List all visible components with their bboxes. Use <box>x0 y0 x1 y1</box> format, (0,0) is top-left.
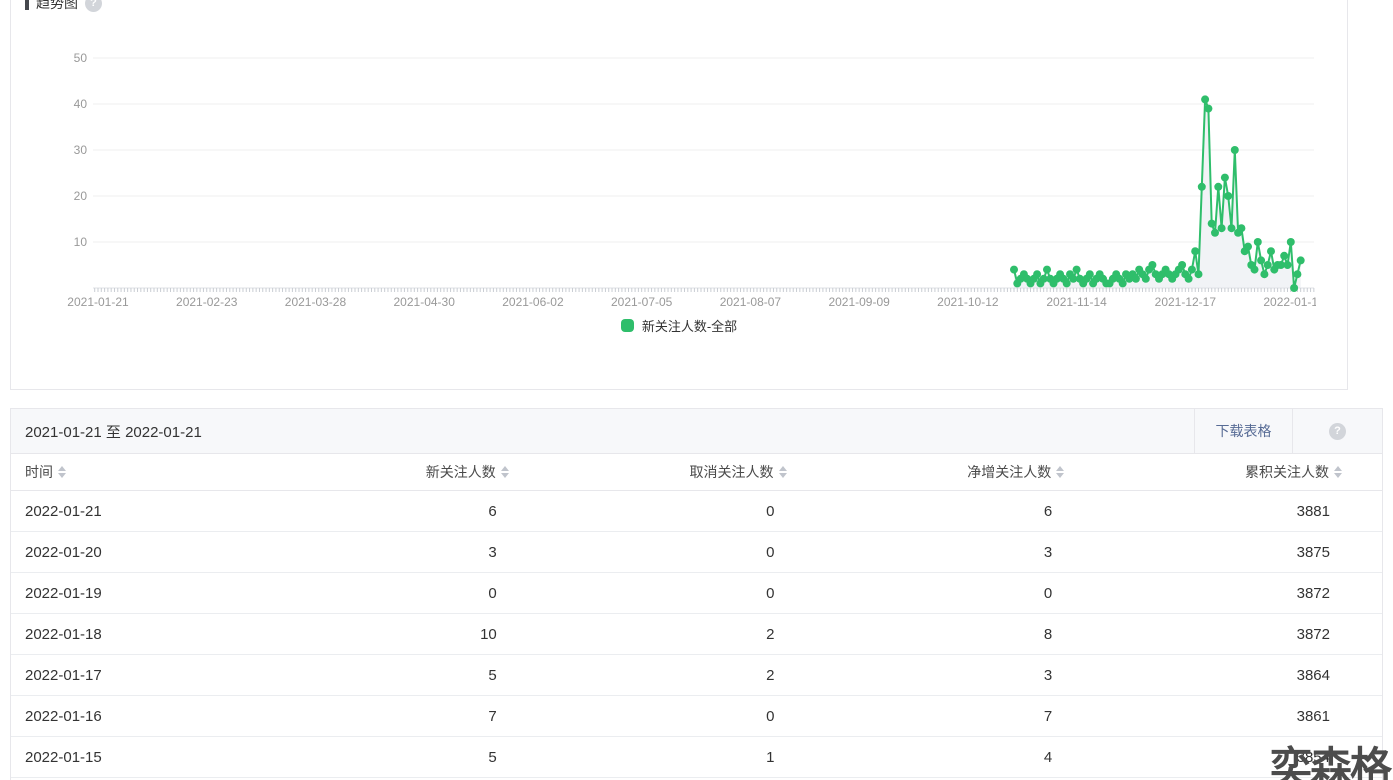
sort-icon[interactable] <box>58 466 66 478</box>
cell-date: 2022-01-16 <box>25 707 102 725</box>
svg-text:2021-03-28: 2021-03-28 <box>285 295 347 309</box>
cell-value: 0 <box>488 584 497 602</box>
trend-chart-panel: 趋势图 ? 10 20 30 40 50 2021-01-21 2021-02-23 2021… <box>10 0 1348 390</box>
svg-text:2021-10-12: 2021-10-12 <box>937 295 999 309</box>
cell-date: 2022-01-19 <box>25 584 102 602</box>
cell-value: 0 <box>766 543 775 561</box>
cell-date: 2022-01-17 <box>25 666 102 684</box>
svg-text:2021-02-23: 2021-02-23 <box>176 295 238 309</box>
cell-value: 3872 <box>1296 584 1330 602</box>
column-header-5[interactable]: 累积关注人数 <box>1104 462 1382 482</box>
svg-text:2021-06-02: 2021-06-02 <box>502 295 564 309</box>
svg-text:2021-07-05: 2021-07-05 <box>611 295 673 309</box>
svg-text:2021-01-21: 2021-01-21 <box>67 295 129 309</box>
column-header-4[interactable]: 净增关注人数 <box>827 462 1105 482</box>
cell-value: 3872 <box>1296 625 1330 643</box>
cell-value: 0 <box>766 502 775 520</box>
cell-value: 3881 <box>1296 502 1330 520</box>
cell-value: 3861 <box>1296 707 1330 725</box>
cell-value: 0 <box>766 584 775 602</box>
chart-title-text: 趋势图 <box>36 0 78 11</box>
svg-text:2021-11-14: 2021-11-14 <box>1046 295 1107 309</box>
table-help-icon[interactable]: ? <box>1329 422 1346 440</box>
cell-value: 3864 <box>1296 666 1330 684</box>
cell-value: 1 <box>766 748 775 766</box>
cell-value: 7 <box>488 707 497 725</box>
cell-date: 2022-01-20 <box>25 543 102 561</box>
cell-date: 2022-01-18 <box>25 625 102 643</box>
table-row: 2022-01-15 5 1 4 3854 <box>11 737 1382 778</box>
svg-text:40: 40 <box>74 97 88 111</box>
table-header-row: 时间 新关注人数 取消关注人数 净增关注人数 累积关注人数 <box>11 454 1382 491</box>
cell-value: 2 <box>766 625 775 643</box>
cell-value: 3 <box>1043 666 1053 684</box>
svg-text:50: 50 <box>74 51 88 65</box>
cell-value: 10 <box>480 625 497 643</box>
sort-icon[interactable] <box>500 466 509 478</box>
cell-date: 2022-01-21 <box>25 502 102 520</box>
legend-item-new-followers[interactable]: 新关注人数-全部 <box>11 316 1347 335</box>
column-header-label: 新关注人数 <box>425 464 496 480</box>
cell-value: 5 <box>488 748 497 766</box>
legend-marker <box>620 319 634 332</box>
table-row: 2022-01-16 7 0 7 3861 <box>11 696 1382 737</box>
svg-text:30: 30 <box>74 143 88 157</box>
cell-value: 0 <box>766 707 775 725</box>
cell-value: 7 <box>1043 707 1053 725</box>
svg-text:20: 20 <box>74 189 88 203</box>
cell-value: 2 <box>766 666 775 684</box>
cell-value: 6 <box>1043 502 1053 520</box>
cell-value: 5 <box>488 666 497 684</box>
cell-value: 6 <box>488 502 497 520</box>
chart-help-icon[interactable]: ? <box>85 0 102 12</box>
column-header-label: 时间 <box>25 464 53 480</box>
table-row: 2022-01-20 3 0 3 3875 <box>11 532 1382 573</box>
chart-title: 趋势图 ? <box>25 0 102 13</box>
cell-value: 0 <box>1043 584 1053 602</box>
svg-text:2021-04-30: 2021-04-30 <box>394 295 456 309</box>
title-bar-glyph <box>25 0 29 10</box>
svg-text:2022-01-19: 2022-01-19 <box>1263 295 1316 309</box>
sort-icon[interactable] <box>1056 466 1065 478</box>
follower-table-panel: 2021-01-21 至 2022-01-21 下载表格 ? 时间 新关注人数 取消… <box>10 408 1383 780</box>
column-header-label: 累积关注人数 <box>1245 464 1329 480</box>
trend-chart: 10 20 30 40 50 2021-01-21 2021-02-23 2021-03-28… <box>67 51 1316 309</box>
watermark: 奕森格 <box>1270 744 1392 780</box>
table-body: 2022-01-21 6 0 6 3881 2022-01-20 3 0 3 3875 2022-0… <box>11 491 1382 778</box>
date-range-label: 2021-01-21 至 2022-01-21 <box>25 423 202 441</box>
table-row: 2022-01-19 0 0 0 3872 <box>11 573 1382 614</box>
table-row: 2022-01-18 10 2 8 3872 <box>11 614 1382 655</box>
column-header-2[interactable]: 新关注人数 <box>271 462 549 482</box>
column-header-label: 净增关注人数 <box>967 464 1052 480</box>
cell-value: 3875 <box>1296 543 1330 561</box>
table-row: 2022-01-17 5 2 3 3864 <box>11 655 1382 696</box>
cell-value: 3 <box>488 543 497 561</box>
svg-text:2021-12-17: 2021-12-17 <box>1155 295 1217 309</box>
table-toolbar: 2021-01-21 至 2022-01-21 下载表格 ? <box>11 409 1382 454</box>
download-table-button[interactable]: 下载表格 <box>1194 409 1292 453</box>
svg-text:2021-09-09: 2021-09-09 <box>828 295 890 309</box>
column-header-label: 取消关注人数 <box>689 464 774 480</box>
cell-date: 2022-01-15 <box>25 748 102 766</box>
column-header-3[interactable]: 取消关注人数 <box>549 462 827 482</box>
cell-value: 4 <box>1043 748 1053 766</box>
table-help-cell: ? <box>1292 409 1382 453</box>
column-header-1[interactable]: 时间 <box>11 462 271 482</box>
analytics-page: 趋势图 ? 10 20 30 40 50 2021-01-21 2021-02-23 2021… <box>0 0 1393 780</box>
legend-label: 新关注人数-全部 <box>641 319 738 334</box>
sort-icon[interactable] <box>778 466 787 478</box>
svg-text:10: 10 <box>74 235 88 249</box>
cell-value: 8 <box>1043 625 1053 643</box>
svg-text:2021-08-07: 2021-08-07 <box>720 295 782 309</box>
table-row: 2022-01-21 6 0 6 3881 <box>11 491 1382 532</box>
cell-value: 3 <box>1043 543 1053 561</box>
sort-icon[interactable] <box>1334 466 1342 478</box>
